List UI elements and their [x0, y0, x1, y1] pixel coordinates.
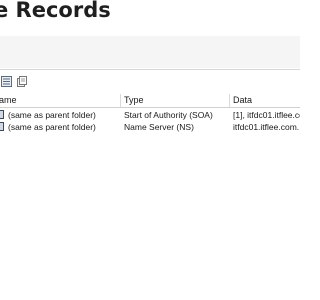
table-row[interactable]: (same as parent folder) Start of Authori…	[0, 109, 300, 121]
dns-records-window: e Records ame Type Data (same as parent …	[0, 0, 300, 300]
header-divider	[0, 107, 300, 108]
list-header: ame Type Data	[0, 94, 300, 108]
record-data: itfdc01.itflee.com.	[233, 122, 300, 132]
table-row[interactable]: (same as parent folder) Name Server (NS)…	[0, 121, 300, 133]
column-divider[interactable]	[120, 94, 121, 107]
column-header-type[interactable]: Type	[124, 94, 144, 107]
record-icon	[0, 110, 4, 119]
toolbar	[0, 69, 300, 88]
header-band	[0, 36, 300, 68]
record-name: (same as parent folder)	[8, 110, 96, 120]
column-header-name[interactable]: ame	[0, 94, 17, 107]
records-list: ame Type Data (same as parent folder) St…	[0, 94, 300, 300]
refresh-icon[interactable]	[16, 74, 27, 87]
record-type: Start of Authority (SOA)	[124, 110, 213, 120]
record-icon	[0, 122, 4, 131]
page-title: e Records	[0, 0, 111, 22]
record-name: (same as parent folder)	[8, 122, 96, 132]
record-type: Name Server (NS)	[124, 122, 194, 132]
record-data: [1], itfdc01.itflee.com	[233, 110, 300, 120]
column-header-data[interactable]: Data	[233, 94, 252, 107]
column-divider[interactable]	[229, 94, 230, 107]
properties-icon[interactable]	[1, 74, 12, 87]
